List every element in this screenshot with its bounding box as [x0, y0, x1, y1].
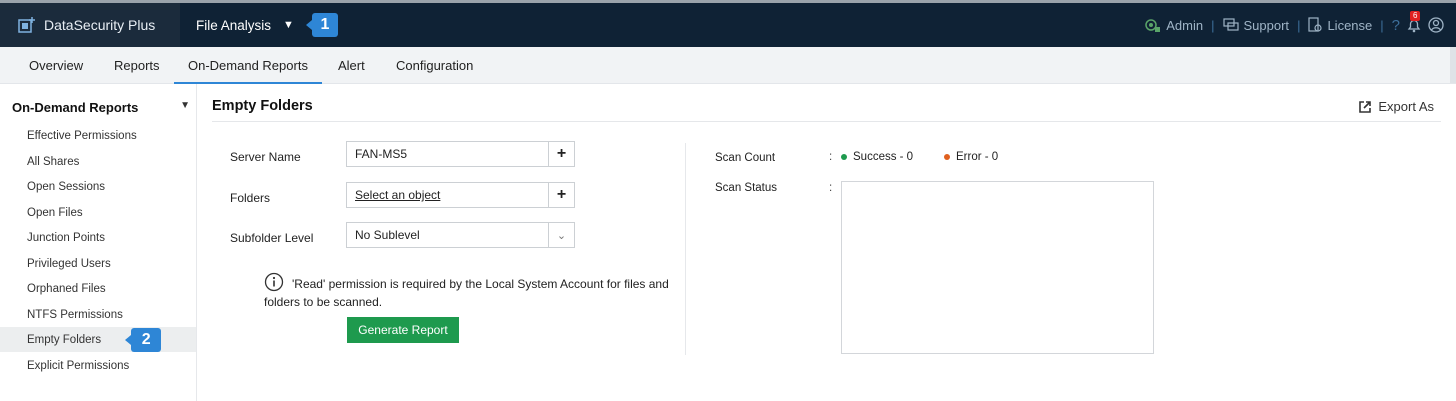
info-text: 'Read' permission is required by the Loc… [264, 277, 669, 309]
sidebar-heading-label: On-Demand Reports [12, 100, 139, 115]
support-chat-icon [1222, 18, 1239, 31]
export-as-button[interactable]: Export As [1358, 99, 1434, 114]
separator: | [1297, 17, 1301, 33]
top-right-links: Admin | Support | License | ? 6 [1143, 3, 1444, 47]
license-doc-icon [1308, 17, 1323, 32]
chevron-down-icon[interactable]: ⌄ [548, 223, 574, 247]
main-tabs: Overview Reports On-Demand Reports Alert… [0, 47, 1456, 84]
support-link[interactable]: Support [1222, 17, 1290, 33]
app-logo-icon [18, 17, 35, 33]
info-icon [264, 272, 284, 292]
caret-down-icon: ▼ [180, 100, 190, 111]
sidebar-item-orphaned-files[interactable]: Orphaned Files [0, 276, 196, 301]
sidebar: On-Demand Reports ▼ Effective Permission… [0, 84, 197, 401]
generate-report-button[interactable]: Generate Report [347, 317, 459, 343]
scan-status-box[interactable] [841, 181, 1154, 354]
scroll-strip [1450, 47, 1456, 83]
error-text: Error - 0 [956, 151, 999, 163]
success-text: Success - 0 [853, 151, 914, 163]
title-divider [212, 121, 1441, 122]
error-dot-icon [944, 154, 950, 160]
top-bar: DataSecurity Plus File Analysis ▼ 1 Admi… [0, 0, 1456, 47]
callout-marker: 1 [305, 13, 338, 37]
callout-marker: 2 [125, 327, 162, 352]
sidebar-heading[interactable]: On-Demand Reports ▼ [12, 100, 190, 115]
sidebar-item-open-files[interactable]: Open Files [0, 200, 196, 225]
module-name: File Analysis [196, 17, 272, 33]
user-avatar-icon [1428, 17, 1444, 33]
plus-icon: + [556, 186, 567, 203]
tab-alert[interactable]: Alert [338, 47, 365, 83]
sidebar-item-junction-points[interactable]: Junction Points [0, 225, 196, 250]
sidebar-item-privileged-users[interactable]: Privileged Users [0, 251, 196, 276]
sidebar-item-label: Empty Folders [27, 333, 102, 346]
app-name: DataSecurity Plus [44, 17, 156, 33]
subfolder-level-label: Subfolder Level [230, 231, 314, 245]
sidebar-item-all-shares[interactable]: All Shares [0, 149, 196, 174]
notifications-button[interactable]: 6 [1406, 11, 1422, 33]
admin-link[interactable]: Admin [1143, 17, 1203, 33]
add-server-button[interactable]: + [548, 142, 574, 166]
caret-down-icon: ▼ [283, 19, 294, 31]
module-switcher[interactable]: File Analysis ▼ 1 [196, 3, 338, 47]
separator: | [1211, 17, 1215, 33]
license-label: License [1327, 17, 1373, 33]
colon: : [829, 151, 833, 163]
user-profile-button[interactable] [1428, 17, 1444, 33]
export-label: Export As [1378, 99, 1434, 114]
sidebar-item-open-sessions[interactable]: Open Sessions [0, 174, 196, 199]
notification-count-badge: 6 [1410, 11, 1421, 21]
server-name-label: Server Name [230, 150, 301, 164]
support-label: Support [1243, 17, 1290, 33]
scan-count-label: Scan Count [715, 152, 776, 164]
help-icon: ? [1391, 16, 1400, 34]
sidebar-item-empty-folders[interactable]: Empty Folders 2 [0, 327, 196, 352]
tab-on-demand-reports[interactable]: On-Demand Reports [174, 47, 322, 84]
vertical-divider [685, 143, 686, 355]
separator: | [1380, 17, 1384, 33]
folders-field[interactable]: Select an object + [346, 182, 575, 208]
admin-gear-icon [1145, 19, 1161, 32]
server-name-field[interactable]: FAN-MS5 + [346, 141, 575, 167]
help-link[interactable]: ? [1392, 17, 1400, 34]
server-name-value: FAN-MS5 [355, 147, 408, 161]
tab-configuration[interactable]: Configuration [396, 47, 473, 83]
subfolder-level-value: No Sublevel [355, 228, 420, 242]
sidebar-item-effective-permissions[interactable]: Effective Permissions [0, 123, 196, 148]
license-link[interactable]: License [1308, 17, 1372, 33]
success-dot-icon [841, 154, 847, 160]
select-object-link[interactable]: Select an object [355, 188, 440, 202]
colon: : [829, 182, 833, 194]
add-folder-button[interactable]: + [548, 183, 574, 207]
scan-status-label: Scan Status [715, 182, 778, 194]
permission-info: 'Read' permission is required by the Loc… [264, 272, 684, 311]
brand[interactable]: DataSecurity Plus [0, 3, 180, 47]
admin-label: Admin [1166, 17, 1204, 33]
scan-error-count: Error - 0 [944, 151, 998, 163]
plus-icon: + [556, 145, 567, 162]
tab-reports[interactable]: Reports [114, 47, 160, 83]
scan-success-count: Success - 0 [841, 151, 913, 163]
sidebar-item-ntfs-permissions[interactable]: NTFS Permissions [0, 302, 196, 327]
tab-overview[interactable]: Overview [29, 47, 83, 83]
subfolder-level-select[interactable]: No Sublevel ⌄ [346, 222, 575, 248]
export-icon [1359, 100, 1372, 113]
sidebar-item-explicit-permissions[interactable]: Explicit Permissions [0, 353, 196, 378]
folders-label: Folders [230, 191, 271, 205]
page-title: Empty Folders [212, 98, 313, 114]
